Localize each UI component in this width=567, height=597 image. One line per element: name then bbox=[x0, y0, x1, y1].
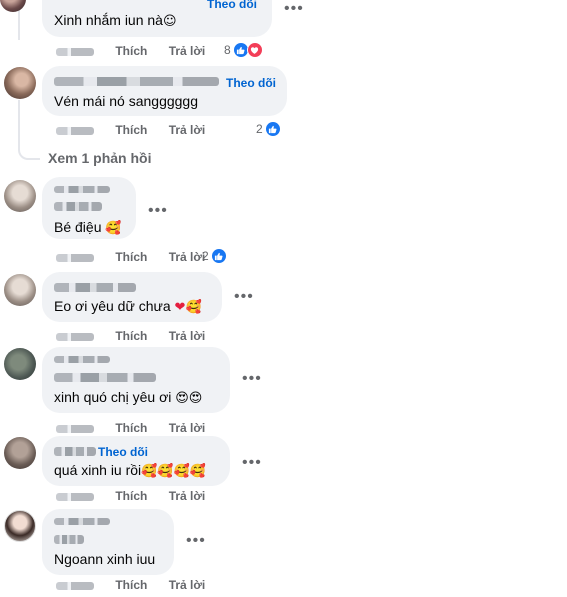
comment-actions: Thích Trả lời bbox=[56, 250, 223, 264]
timestamp bbox=[56, 253, 94, 262]
avatar[interactable] bbox=[4, 348, 36, 380]
timestamp bbox=[56, 47, 94, 56]
like-action[interactable]: Thích bbox=[115, 578, 147, 592]
timestamp bbox=[56, 492, 94, 501]
follow-link[interactable]: Theo dõi bbox=[226, 76, 276, 90]
avatar[interactable] bbox=[4, 274, 36, 306]
avatar[interactable] bbox=[4, 437, 36, 469]
comment-text: Vén mái nó sangggggg bbox=[54, 93, 198, 109]
comment-actions: Thích Trả lời bbox=[56, 123, 223, 137]
comment-actions: Thích Trả lời bbox=[56, 44, 223, 58]
timestamp bbox=[56, 332, 94, 341]
reply-action[interactable]: Trả lời bbox=[169, 329, 206, 343]
comment-actions: Thích Trả lời bbox=[56, 421, 223, 435]
commenter-name[interactable] bbox=[54, 75, 219, 89]
like-action[interactable]: Thích bbox=[115, 250, 147, 264]
comment-text: Bé điệu 🥰 bbox=[54, 219, 122, 236]
follow-link[interactable]: Theo dõi bbox=[98, 445, 148, 459]
commenter-name[interactable] bbox=[54, 371, 156, 385]
reply-action[interactable]: Trả lời bbox=[169, 123, 206, 137]
reaction-summary[interactable]: 2 bbox=[202, 248, 227, 264]
comment-text: quá xinh iu rồi🥰🥰🥰🥰 bbox=[54, 462, 206, 479]
reply-action[interactable]: Trả lời bbox=[169, 44, 206, 58]
comment-actions: Thích Trả lời bbox=[56, 489, 223, 503]
love-icon bbox=[246, 42, 263, 58]
commenter-badge bbox=[54, 184, 110, 196]
like-action[interactable]: Thích bbox=[115, 44, 147, 58]
follow-link[interactable]: Theo dõi bbox=[207, 0, 257, 11]
avatar[interactable] bbox=[4, 510, 36, 542]
reply-action[interactable]: Trả lời bbox=[169, 578, 206, 592]
more-options-icon[interactable]: ••• bbox=[234, 288, 254, 306]
commenter-badge bbox=[54, 516, 110, 528]
avatar[interactable] bbox=[4, 67, 36, 99]
comment-text: Ngoann xinh iuu bbox=[54, 551, 156, 567]
comment-text: xinh quó chị yêu ơi 😍😍 bbox=[54, 389, 203, 406]
comment-text: Eo ơi yêu dữ chưa ❤🥰 bbox=[54, 298, 202, 315]
more-options-icon[interactable]: ••• bbox=[148, 202, 168, 220]
reply-action[interactable]: Trả lời bbox=[169, 489, 206, 503]
commenter-name[interactable] bbox=[54, 445, 96, 459]
commenter-badge bbox=[54, 354, 110, 366]
like-action[interactable]: Thích bbox=[115, 489, 147, 503]
like-icon bbox=[264, 121, 281, 137]
reply-action[interactable]: Trả lời bbox=[169, 250, 206, 264]
reaction-summary[interactable]: 2 bbox=[256, 121, 281, 137]
timestamp bbox=[56, 581, 94, 590]
like-action[interactable]: Thích bbox=[115, 421, 147, 435]
reply-connector bbox=[18, 100, 40, 160]
commenter-name[interactable] bbox=[54, 200, 102, 214]
avatar[interactable] bbox=[4, 180, 36, 212]
like-action[interactable]: Thích bbox=[115, 329, 147, 343]
comment-actions: Thích Trả lời bbox=[56, 329, 223, 343]
comment-text: Xinh nhắm iun nà☺ bbox=[54, 12, 177, 29]
commenter-name[interactable] bbox=[54, 533, 84, 547]
avatar[interactable] bbox=[0, 0, 26, 12]
more-options-icon[interactable]: ••• bbox=[284, 0, 304, 18]
view-replies-link[interactable]: Xem 1 phản hồi bbox=[48, 150, 151, 166]
timestamp bbox=[56, 424, 94, 433]
more-options-icon[interactable]: ••• bbox=[242, 370, 262, 388]
reply-action[interactable]: Trả lời bbox=[169, 421, 206, 435]
comment-actions: Thích Trả lời bbox=[56, 578, 223, 592]
like-icon bbox=[210, 248, 227, 264]
more-options-icon[interactable]: ••• bbox=[186, 532, 206, 550]
more-options-icon[interactable]: ••• bbox=[242, 454, 262, 472]
like-action[interactable]: Thích bbox=[115, 123, 147, 137]
commenter-name[interactable] bbox=[54, 281, 136, 295]
timestamp bbox=[56, 126, 94, 135]
reaction-summary[interactable]: 8 bbox=[224, 42, 263, 58]
